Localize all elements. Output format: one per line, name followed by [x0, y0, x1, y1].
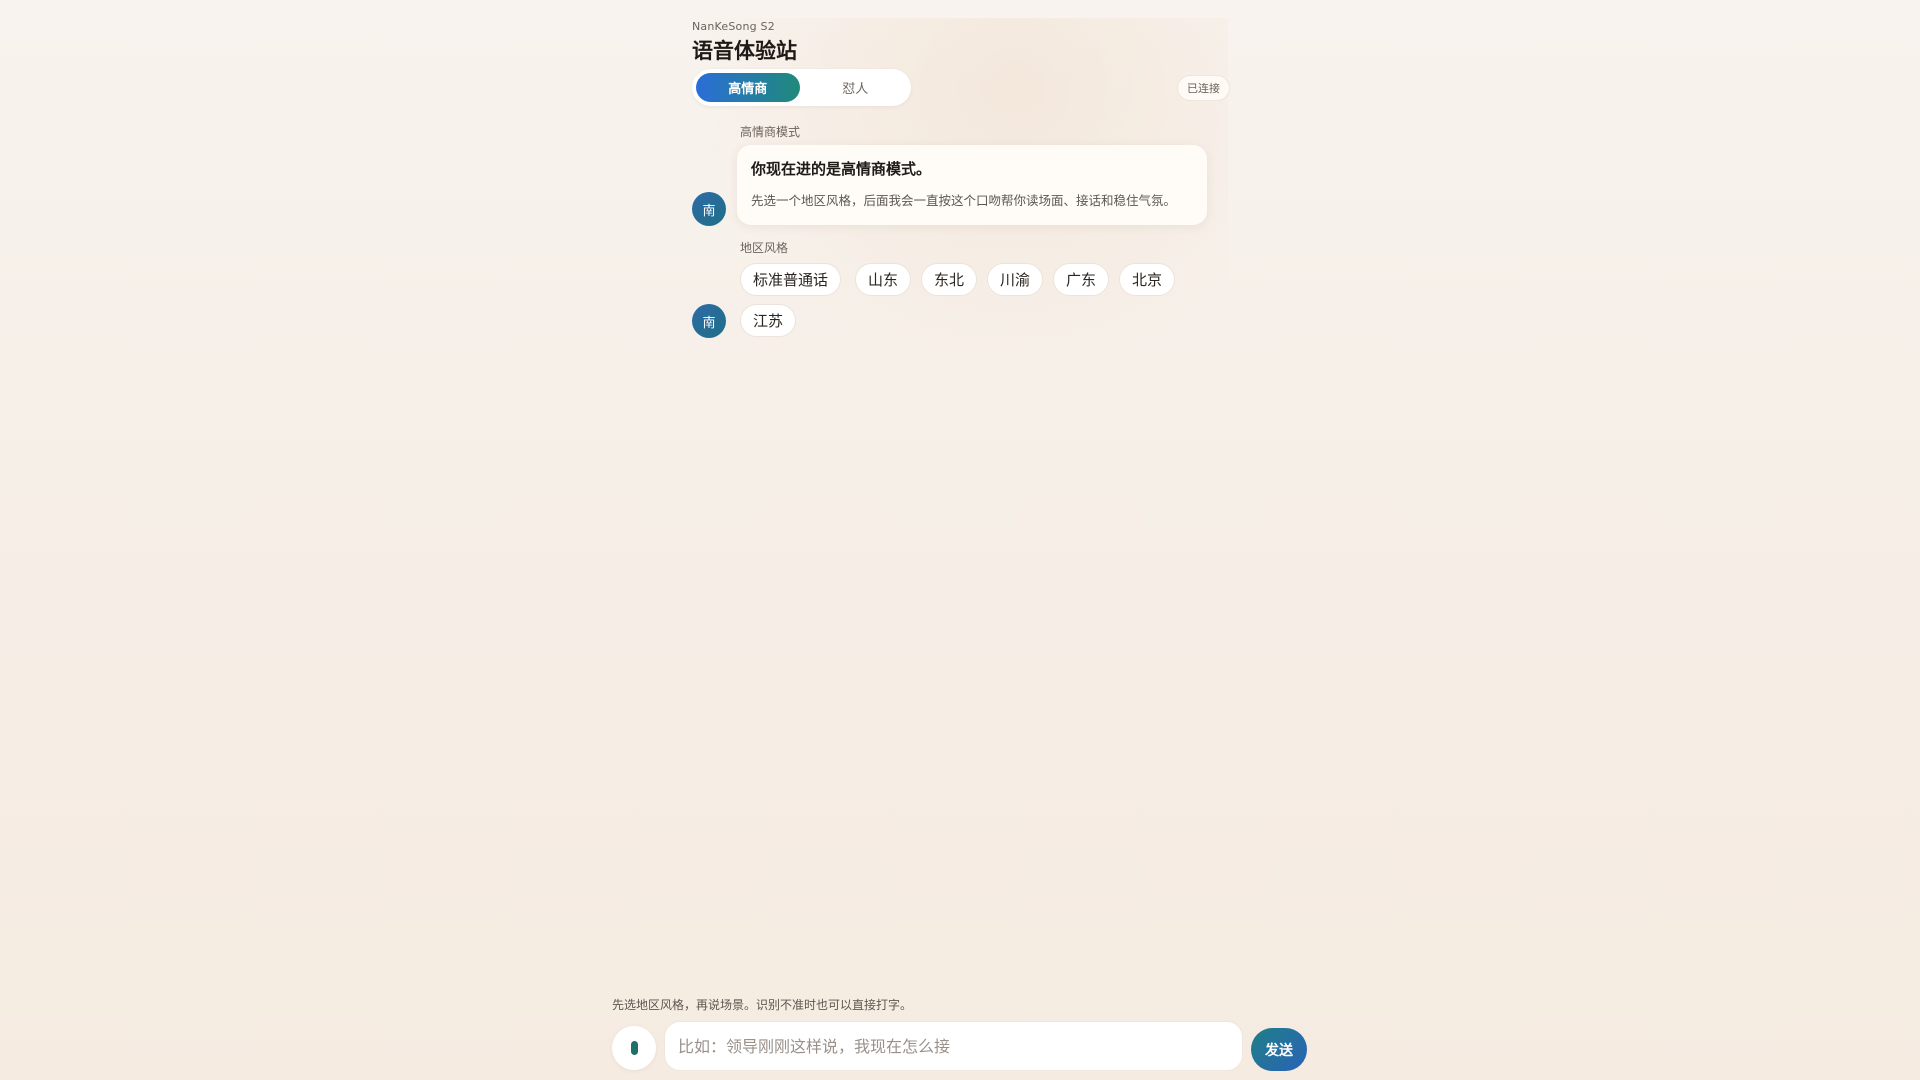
region-section-label: 地区风格 — [740, 241, 789, 255]
page-title: 语音体验站 — [692, 39, 797, 63]
send-button[interactable]: 发送 — [1251, 1028, 1307, 1071]
region-chip-standard-mandarin[interactable]: 标准普通话 — [740, 263, 842, 296]
tab-roast[interactable]: 怼人 — [804, 73, 908, 102]
mic-icon — [630, 1041, 638, 1055]
assistant-avatar: 南 — [692, 304, 726, 338]
region-chip-guangdong[interactable]: 广东 — [1053, 263, 1110, 296]
brand-label: NanKeSong S2 — [692, 20, 775, 33]
mode-section-label: 高情商模式 — [740, 125, 801, 139]
region-chip-shandong[interactable]: 山东 — [855, 263, 912, 296]
mode-intro-message: 你现在进的是高情商模式。 先选一个地区风格，后面我会一直按这个口吻帮你读场面、接… — [737, 145, 1207, 225]
input-hint: 先选地区风格，再说场景。识别不准时也可以直接打字。 — [612, 998, 913, 1012]
message-body: 先选一个地区风格，后面我会一直按这个口吻帮你读场面、接话和稳住气氛。 — [751, 193, 1177, 208]
region-chip-beijing[interactable]: 北京 — [1119, 263, 1176, 296]
app-header: NanKeSong S2 语音体验站 — [692, 20, 797, 65]
mode-switch: 高情商 怼人 — [692, 69, 911, 106]
message-title: 你现在进的是高情商模式。 — [751, 160, 932, 178]
assistant-avatar: 南 — [692, 192, 726, 226]
tab-high-eq[interactable]: 高情商 — [696, 73, 800, 102]
message-input[interactable] — [664, 1021, 1243, 1071]
region-chip-dongbei[interactable]: 东北 — [921, 263, 978, 296]
connection-status-badge: 已连接 — [1177, 75, 1230, 101]
region-chip-chuanyu[interactable]: 川渝 — [987, 263, 1044, 296]
region-chip-jiangsu[interactable]: 江苏 — [740, 304, 797, 337]
mic-button[interactable] — [612, 1026, 656, 1070]
